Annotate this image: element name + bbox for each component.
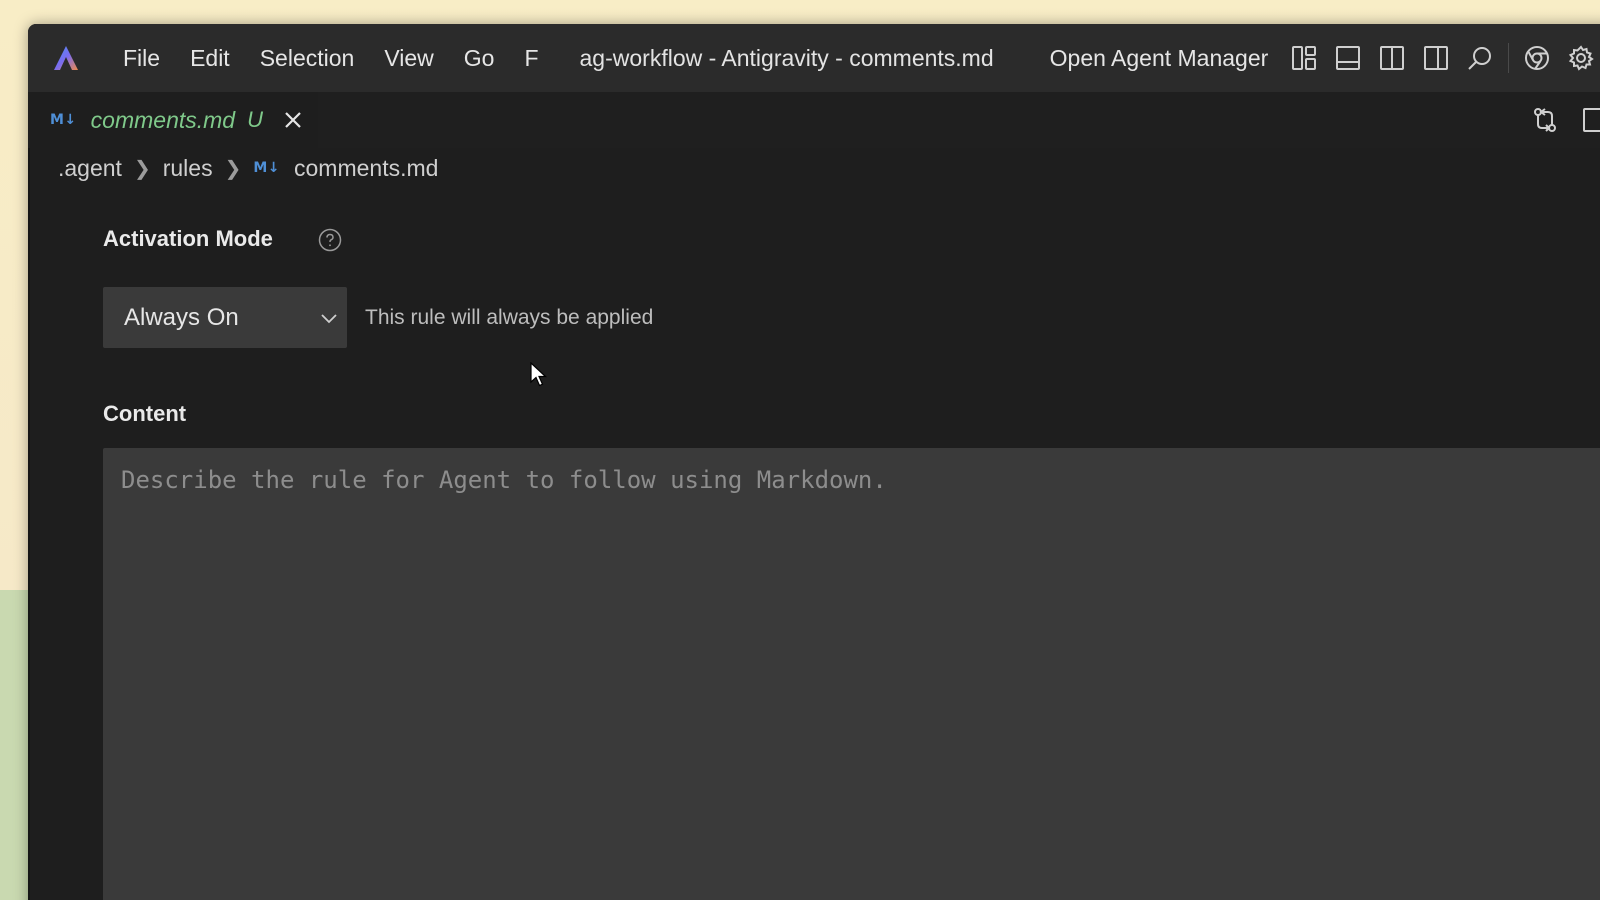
tab-untracked-badge: U xyxy=(247,107,263,132)
gear-icon[interactable] xyxy=(1566,43,1596,73)
menu-file[interactable]: File xyxy=(108,45,175,72)
menu-go[interactable]: Go xyxy=(449,45,510,72)
search-icon[interactable] xyxy=(1465,43,1495,73)
chrome-icon[interactable] xyxy=(1522,43,1552,73)
breadcrumb: .agent ❯ rules ❯ M↓ comments.md xyxy=(58,148,438,188)
panel-bottom-icon[interactable] xyxy=(1333,43,1363,73)
title-bar-actions xyxy=(1282,43,1600,73)
rule-content-input[interactable] xyxy=(103,448,1600,900)
activation-mode-description: This rule will always be applied xyxy=(365,306,654,329)
split-right-icon[interactable] xyxy=(1578,103,1600,137)
markdown-icon: M↓ xyxy=(50,112,77,128)
menu-truncated[interactable]: F xyxy=(509,45,553,72)
layout-icon[interactable] xyxy=(1289,43,1319,73)
mouse-cursor-icon xyxy=(530,361,548,388)
chevron-right-icon: ❯ xyxy=(224,157,242,180)
chevron-down-icon xyxy=(319,307,339,327)
tab-comments-md[interactable]: M↓ comments.md U xyxy=(28,92,318,148)
tab-label: comments.md xyxy=(90,106,236,133)
menu-selection[interactable]: Selection xyxy=(245,45,370,72)
editor-window: File Edit Selection View Go F ag-workflo… xyxy=(28,24,1600,900)
help-icon[interactable] xyxy=(318,228,342,252)
menu-bar: File Edit Selection View Go F xyxy=(108,45,554,72)
content-editor[interactable] xyxy=(103,448,1600,900)
title-bar: File Edit Selection View Go F ag-workflo… xyxy=(28,24,1600,92)
tab-actions xyxy=(1528,92,1600,148)
close-icon[interactable] xyxy=(281,108,305,132)
menu-edit[interactable]: Edit xyxy=(175,45,245,72)
chevron-right-icon: ❯ xyxy=(133,157,151,180)
split-editor-icon[interactable] xyxy=(1377,43,1407,73)
breadcrumb-file[interactable]: comments.md xyxy=(294,155,438,182)
compare-changes-icon[interactable] xyxy=(1528,103,1562,137)
content-label: Content xyxy=(103,401,187,426)
breadcrumb-agent[interactable]: .agent xyxy=(58,155,122,182)
menu-view[interactable]: View xyxy=(369,45,448,72)
title-separator xyxy=(1508,43,1510,73)
sidebar-right-icon[interactable] xyxy=(1421,43,1451,73)
antigravity-logo-icon[interactable] xyxy=(46,38,86,78)
activation-mode-value: Always On xyxy=(124,303,239,331)
window-title: ag-workflow - Antigravity - comments.md xyxy=(579,44,994,71)
window-edge xyxy=(28,148,30,900)
activation-mode-select[interactable]: Always On xyxy=(103,287,347,348)
open-agent-manager-button[interactable]: Open Agent Manager xyxy=(1050,45,1269,72)
activation-mode-label: Activation Mode xyxy=(103,226,273,251)
breadcrumb-rules[interactable]: rules xyxy=(163,155,213,182)
tab-bar: M↓ comments.md U xyxy=(28,92,1600,148)
markdown-icon: M↓ xyxy=(253,160,281,176)
